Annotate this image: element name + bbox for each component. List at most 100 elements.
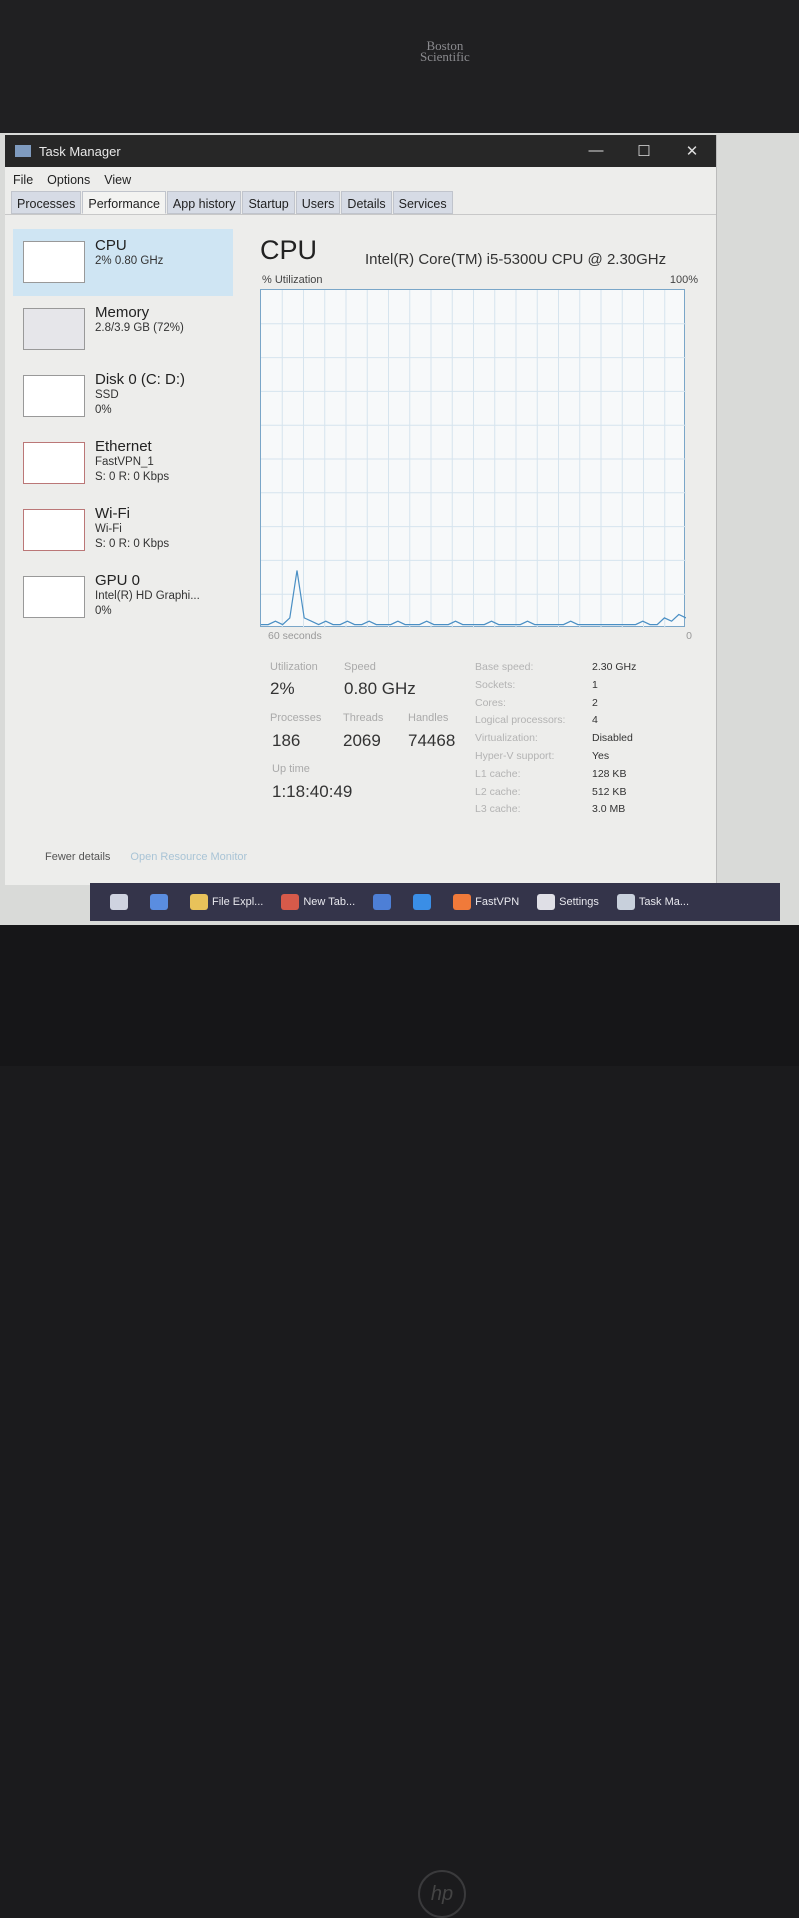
sidebar-item-ethernet[interactable]: Ethernet FastVPN_1 S: 0 R: 0 Kbps bbox=[13, 430, 233, 497]
menu-options[interactable]: Options bbox=[47, 173, 90, 187]
spec-key: L3 cache: bbox=[475, 803, 521, 816]
close-button[interactable]: ✕ bbox=[668, 142, 716, 160]
minimize-button[interactable]: — bbox=[572, 142, 620, 160]
sidebar-item-memory[interactable]: Memory 2.8/3.9 GB (72%) bbox=[13, 296, 233, 363]
taskbar-zoom[interactable] bbox=[413, 894, 435, 910]
spec-value: 128 KB bbox=[592, 767, 627, 780]
menu-file[interactable]: File bbox=[13, 173, 33, 187]
wifi-thumbnail bbox=[23, 509, 85, 551]
open-resource-monitor-link[interactable]: Open Resource Monitor bbox=[130, 851, 247, 863]
sidebar-item-wifi[interactable]: Wi-Fi Wi-Fi S: 0 R: 0 Kbps bbox=[13, 497, 233, 564]
app-icon bbox=[373, 894, 392, 910]
item-detail: 2.8/3.9 GB (72%) bbox=[95, 322, 184, 334]
tab-details[interactable]: Details bbox=[341, 191, 392, 214]
sidebar-item-cpu[interactable]: CPU 2% 0.80 GHz bbox=[13, 229, 233, 296]
uptime-label: Up time bbox=[272, 763, 310, 775]
copilot-icon bbox=[150, 894, 168, 910]
menu-view[interactable]: View bbox=[104, 173, 131, 187]
tab-services[interactable]: Services bbox=[392, 191, 453, 214]
item-name: Ethernet bbox=[95, 438, 152, 455]
spec-key: Cores: bbox=[475, 696, 506, 709]
item-name: GPU 0 bbox=[95, 572, 141, 589]
taskbar-copilot[interactable] bbox=[150, 894, 172, 910]
taskbar-folder[interactable]: File Expl... bbox=[190, 894, 263, 910]
disk-thumbnail bbox=[23, 375, 85, 417]
spec-row: Virtualization: Disabled bbox=[475, 730, 636, 748]
spec-key: L2 cache: bbox=[475, 785, 521, 798]
spec-value: 1 bbox=[592, 678, 598, 691]
taskbar-label: Task Ma... bbox=[638, 896, 690, 908]
resource-list: CPU 2% 0.80 GHz Memory 2.8/3.9 GB (72%) Di… bbox=[13, 229, 233, 631]
taskbar-label: File Expl... bbox=[212, 896, 264, 908]
y-max-label: 100% bbox=[669, 274, 698, 286]
menu-bar: File Options View bbox=[5, 167, 716, 189]
taskbar-fastvpn[interactable]: FastVPN bbox=[453, 894, 519, 910]
y-axis-label: % Utilization bbox=[262, 274, 323, 286]
taskbar-task-view[interactable] bbox=[110, 894, 132, 910]
sidebar-item-disk[interactable]: Disk 0 (C: D:) SSD 0% bbox=[13, 363, 233, 430]
maximize-button[interactable]: ☐ bbox=[620, 142, 668, 160]
spec-value: 2.30 GHz bbox=[592, 661, 637, 673]
spec-row: L2 cache: 512 KB bbox=[475, 784, 636, 802]
taskbar-app[interactable] bbox=[373, 894, 395, 910]
tab-bar: Processes Performance App history Startu… bbox=[5, 189, 716, 215]
utilization-label: Utilization bbox=[270, 661, 318, 673]
task-view-icon bbox=[110, 894, 128, 910]
gpu-thumbnail bbox=[23, 576, 85, 618]
spec-value: 512 KB bbox=[592, 785, 627, 798]
item-detail: Wi-Fi bbox=[95, 523, 122, 535]
item-name: CPU bbox=[95, 237, 127, 254]
taskbar-label: Settings bbox=[559, 896, 599, 908]
spec-row: Cores: 2 bbox=[475, 695, 636, 713]
taskbar-task-manager[interactable]: Task Ma... bbox=[616, 894, 690, 910]
spec-key: Base speed: bbox=[475, 661, 534, 673]
processes-value: 186 bbox=[272, 731, 301, 750]
task-manager-icon bbox=[15, 145, 31, 157]
tab-app-history[interactable]: App history bbox=[166, 191, 242, 214]
taskbar: File Expl... New Tab... FastVPN Settings Tas… bbox=[90, 883, 780, 921]
spec-row: Logical processors: 4 bbox=[475, 712, 636, 730]
task-manager-icon bbox=[616, 894, 635, 910]
item-name: Disk 0 (C: D:) bbox=[95, 371, 185, 388]
spec-value: Disabled bbox=[592, 732, 633, 745]
y-min-label: 0 bbox=[686, 630, 692, 642]
fastvpn-icon bbox=[453, 894, 472, 910]
tab-processes[interactable]: Processes bbox=[11, 191, 82, 214]
spec-key: Hyper-V support: bbox=[475, 749, 555, 762]
spec-row: L1 cache: 128 KB bbox=[475, 766, 636, 784]
title-bar: Task Manager — ☐ ✕ bbox=[5, 135, 716, 167]
gear-icon bbox=[537, 894, 556, 910]
tab-users[interactable]: Users bbox=[295, 191, 341, 214]
tab-performance[interactable]: Performance bbox=[82, 191, 166, 214]
uptime-value: 1:18:40:49 bbox=[272, 782, 353, 801]
spec-value: Yes bbox=[592, 749, 610, 762]
spec-key: Sockets: bbox=[475, 678, 516, 691]
ethernet-thumbnail bbox=[23, 442, 85, 484]
item-detail: Intel(R) HD Graphi... bbox=[95, 590, 200, 602]
spec-key: Logical processors: bbox=[475, 714, 566, 727]
monitor-bezel-bottom: hp bbox=[0, 925, 799, 1918]
spec-value: 2 bbox=[592, 696, 598, 709]
spec-key: L1 cache: bbox=[475, 767, 521, 780]
item-detail: SSD bbox=[95, 389, 119, 401]
x-axis-label: 60 seconds bbox=[268, 630, 322, 642]
taskbar-gear[interactable]: Settings bbox=[537, 894, 599, 910]
item-detail: 2% 0.80 GHz bbox=[95, 255, 164, 267]
brand-logo: Boston Scientific bbox=[420, 38, 470, 64]
taskbar-label: New Tab... bbox=[303, 896, 356, 908]
graph-svg bbox=[261, 290, 686, 628]
spec-value: 3.0 MB bbox=[592, 803, 626, 816]
fewer-details-link[interactable]: Fewer details bbox=[45, 851, 110, 863]
spec-key: Virtualization: bbox=[475, 732, 538, 745]
sidebar-item-gpu[interactable]: GPU 0 Intel(R) HD Graphi... 0% bbox=[13, 564, 233, 631]
taskbar-chrome[interactable]: New Tab... bbox=[281, 894, 355, 910]
tab-startup[interactable]: Startup bbox=[242, 191, 295, 214]
cpu-panel: CPU Intel(R) Core(TM) i5-5300U CPU @ 2.3… bbox=[260, 235, 700, 645]
spec-row: L3 cache: 3.0 MB bbox=[475, 801, 636, 819]
handles-label: Handles bbox=[408, 712, 449, 724]
cpu-specs: Base speed: 2.30 GHz Sockets: 1 Cores: 2 Logic… bbox=[475, 659, 636, 819]
folder-icon bbox=[190, 894, 208, 910]
item-detail-2: 0% bbox=[95, 404, 112, 416]
chrome-icon bbox=[281, 894, 300, 910]
item-detail-2: S: 0 R: 0 Kbps bbox=[95, 471, 170, 483]
